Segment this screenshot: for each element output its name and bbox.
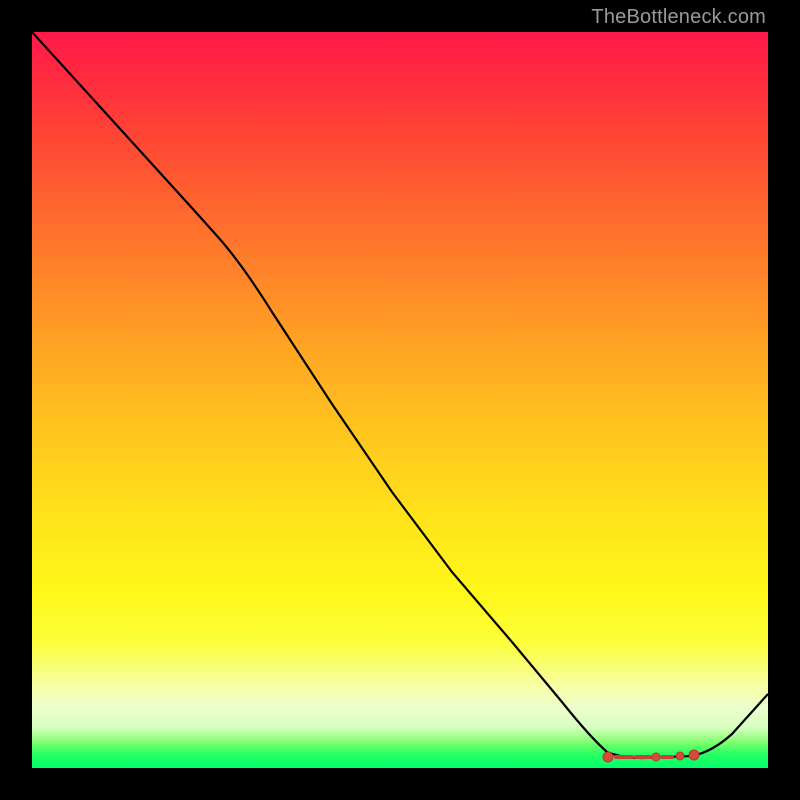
- chart-frame: TheBottleneck.com: [0, 0, 800, 800]
- marker-dot: [689, 750, 699, 760]
- curve-line: [32, 32, 768, 758]
- plot-area: [32, 32, 768, 768]
- marker-dot: [676, 752, 684, 760]
- watermark-text: TheBottleneck.com: [591, 6, 766, 29]
- marker-dot: [652, 753, 660, 761]
- chart-svg: [32, 32, 768, 768]
- marker-dot: [603, 752, 613, 762]
